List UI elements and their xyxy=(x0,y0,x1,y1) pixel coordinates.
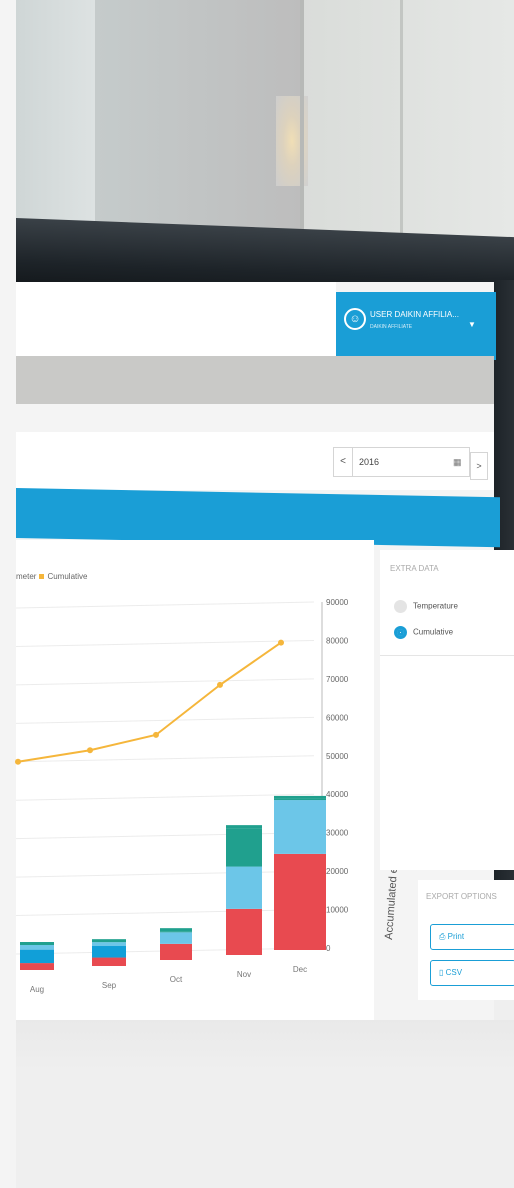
bar-segment xyxy=(226,828,262,867)
gridline xyxy=(15,755,315,763)
export-options-panel: EXPORT OPTIONS ⎙ Print ▯ CSV xyxy=(418,880,514,1000)
bar-segment xyxy=(20,963,54,970)
bar-cap xyxy=(274,795,326,799)
gridline xyxy=(15,909,315,917)
cumulative-point xyxy=(87,747,93,754)
bar-segment xyxy=(92,957,126,966)
gridline xyxy=(15,832,315,840)
bar-segment xyxy=(160,931,192,933)
gridline xyxy=(15,870,315,878)
bar-cap xyxy=(92,939,126,943)
gridline xyxy=(15,793,315,801)
file-icon: ▯ xyxy=(439,968,444,977)
bar-segment xyxy=(274,800,326,854)
option-cumulative[interactable]: Cumulative xyxy=(394,626,453,639)
bar-segment xyxy=(274,798,326,801)
x-tick-label: Sep xyxy=(102,981,117,990)
y2-tick-label: 20000 xyxy=(326,867,349,876)
bar-segment xyxy=(20,949,54,964)
y2-tick-label: 10000 xyxy=(326,906,349,915)
divider xyxy=(380,655,514,656)
y2-tick-label: 30000 xyxy=(326,829,349,838)
bar-segment xyxy=(20,945,54,950)
bar-cap xyxy=(20,942,54,946)
bar-cap xyxy=(160,928,192,932)
x-tick-label: Nov xyxy=(237,970,251,979)
cumulative-line xyxy=(17,641,282,763)
csv-button[interactable]: ▯ CSV xyxy=(430,960,514,986)
gridline xyxy=(15,716,315,724)
gridline xyxy=(15,601,315,609)
gridline xyxy=(15,639,315,647)
bar-segment xyxy=(160,943,192,960)
option-label: Cumulative xyxy=(413,627,454,637)
y2-tick-label: 80000 xyxy=(326,636,349,645)
x-tick-label: Dec xyxy=(293,965,307,974)
bar-segment xyxy=(160,932,192,944)
cumulative-point xyxy=(278,639,284,646)
radio-unchecked-icon[interactable] xyxy=(394,600,407,613)
option-temperature[interactable]: Temperature xyxy=(394,600,458,613)
cumulative-point xyxy=(153,731,159,738)
extra-data-title: EXTRA DATA xyxy=(390,564,439,573)
print-label: Print xyxy=(447,932,465,941)
desk-surface xyxy=(16,1020,514,1188)
bar-cap xyxy=(226,825,262,829)
option-label: Temperature xyxy=(413,601,458,611)
bar-segment xyxy=(274,853,326,950)
printer-icon: ⎙ xyxy=(439,932,446,941)
cumulative-point xyxy=(217,681,223,688)
radio-checked-icon[interactable] xyxy=(394,626,407,639)
bar-segment xyxy=(226,908,262,955)
y2-tick-label: 70000 xyxy=(326,675,349,684)
y2-tick-label: 0 xyxy=(326,944,331,953)
y2-tick-label: 50000 xyxy=(326,752,349,761)
y2-tick-label: 40000 xyxy=(326,790,349,799)
print-button[interactable]: ⎙ Print xyxy=(430,924,514,950)
bar-segment xyxy=(226,866,262,909)
y2-tick-label: 60000 xyxy=(326,713,349,722)
x-tick-label: Oct xyxy=(170,975,183,984)
gridline xyxy=(15,678,315,686)
csv-label: CSV xyxy=(445,968,463,977)
bar-segment xyxy=(92,946,126,958)
bar-segment xyxy=(92,942,126,947)
export-options-title: EXPORT OPTIONS xyxy=(426,892,497,901)
extra-data-panel: EXTRA DATA Temperature Cumulative xyxy=(380,550,514,870)
cumulative-point xyxy=(15,758,21,765)
x-tick-label: Aug xyxy=(30,985,44,994)
y2-tick-label: 90000 xyxy=(326,598,349,607)
